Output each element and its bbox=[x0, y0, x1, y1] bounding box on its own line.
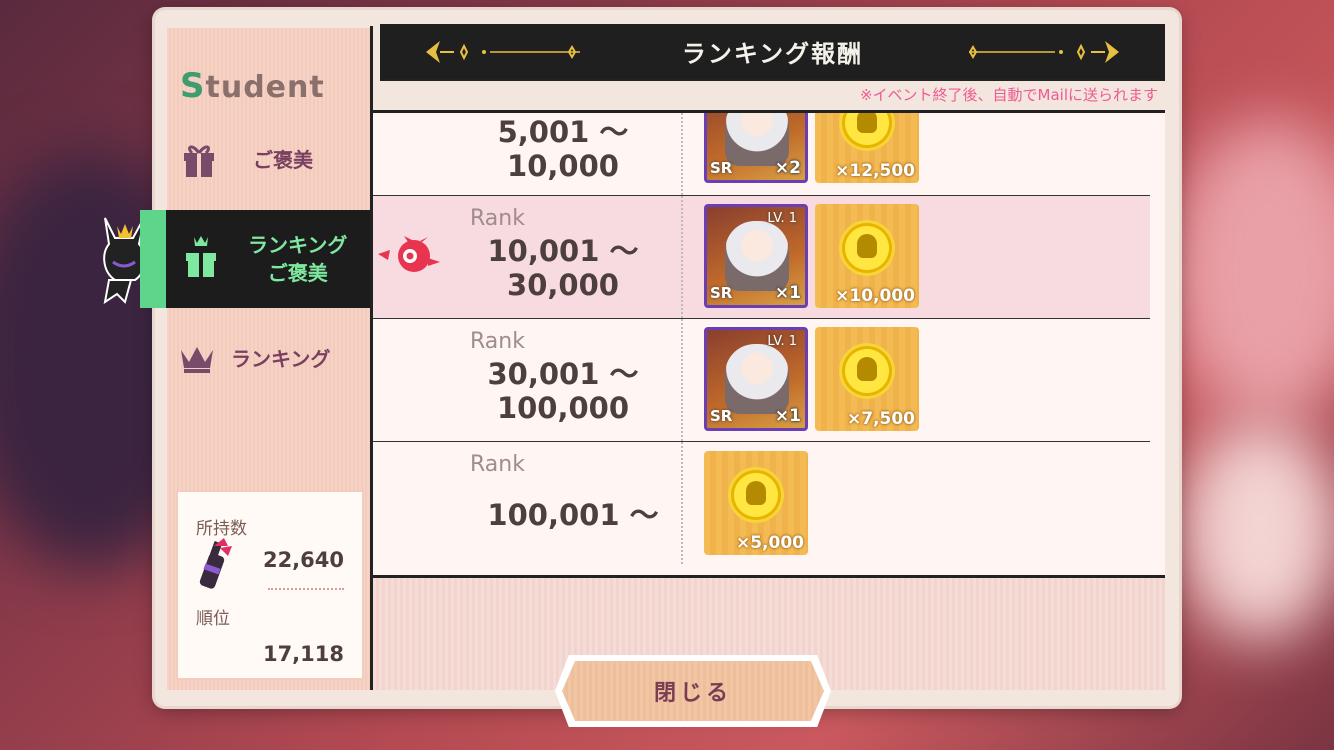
sidebar-item-ranking-reward[interactable]: ランキング ご褒美 bbox=[140, 210, 373, 308]
reward-quantity: ×7,500 bbox=[846, 409, 915, 429]
owned-value: 22,640 bbox=[262, 548, 344, 572]
rank-range: 5,001 ～ 10,000 bbox=[473, 115, 653, 183]
character-portrait bbox=[725, 344, 789, 414]
sr-card-reward[interactable]: LV. 1 SR ×1 bbox=[704, 327, 808, 431]
gift-crown-icon bbox=[184, 233, 228, 285]
stats-box: 所持数 22,640 順位 17,118 bbox=[176, 490, 364, 680]
rank-range: 10,001 ～ 30,000 bbox=[473, 234, 653, 302]
sidebar-item-reward[interactable]: ご褒美 bbox=[167, 135, 372, 185]
gift-icon bbox=[179, 141, 219, 179]
rank-range-start: 10,001 ～ bbox=[487, 234, 639, 268]
rank-range-start: 30,001 ～ bbox=[487, 357, 639, 391]
sidebar-item-label: ランキング bbox=[231, 347, 331, 371]
page-title: ランキング報酬 bbox=[681, 40, 864, 68]
rank-range: 30,001 ～ 100,000 bbox=[473, 357, 653, 425]
list-item: Rank 30,001 ～ 100,000 LV. 1 SR ×1 ×7,500 bbox=[373, 319, 1150, 441]
divider bbox=[681, 442, 683, 564]
close-button[interactable]: 閉じる bbox=[555, 655, 831, 727]
rank-label: 順位 bbox=[196, 609, 230, 629]
coin-reward[interactable]: ×10,000 bbox=[815, 204, 919, 308]
devil-pointer-icon bbox=[378, 236, 442, 276]
rank-range-end: 10,000 bbox=[507, 149, 619, 183]
reward-quantity: ×10,000 bbox=[835, 286, 915, 306]
rank-range: 100,001 ～ bbox=[473, 498, 673, 532]
divider bbox=[380, 79, 1165, 81]
skull-coin-icon bbox=[839, 113, 895, 151]
rank-label: Rank bbox=[470, 452, 525, 477]
student-logo: Student bbox=[180, 66, 325, 106]
rank-label: Rank bbox=[470, 329, 525, 354]
coin-reward[interactable]: ×5,000 bbox=[704, 451, 808, 555]
rank-range-start: 100,001 ～ bbox=[487, 498, 659, 532]
level-label: LV. 1 bbox=[767, 334, 797, 349]
sr-tag: SR bbox=[710, 407, 733, 425]
star-arrow-right-icon bbox=[961, 39, 1121, 69]
skull-coin-icon bbox=[728, 467, 784, 523]
skull-coin-icon bbox=[839, 220, 895, 276]
background-blur bbox=[1170, 120, 1334, 420]
sr-card-reward[interactable]: LV. 1 SR ×1 bbox=[704, 204, 808, 308]
background-blur bbox=[1180, 420, 1334, 640]
star-arrow-left-icon bbox=[424, 39, 584, 69]
rank-value: 17,118 bbox=[262, 642, 344, 666]
sr-card-reward[interactable]: SR ×2 bbox=[704, 113, 808, 183]
sidebar-item-label-line1: ランキング bbox=[248, 233, 348, 257]
reward-quantity: ×1 bbox=[774, 406, 801, 426]
divider bbox=[681, 319, 683, 441]
sidebar-item-label: ご褒美 bbox=[253, 148, 313, 172]
coin-reward[interactable]: ×12,500 bbox=[815, 113, 919, 183]
crown-icon bbox=[177, 344, 217, 374]
reward-quantity: ×5,000 bbox=[735, 533, 804, 553]
sidebar-item-label-line2: ご褒美 bbox=[267, 261, 328, 285]
skull-coin-icon bbox=[839, 343, 895, 399]
list-item: 5,001 ～ 10,000 SR ×2 ×12,500 bbox=[373, 113, 1150, 195]
close-button-label: 閉じる bbox=[562, 661, 824, 721]
sr-tag: SR bbox=[710, 284, 733, 302]
rank-range-start: 5,001 ～ bbox=[497, 115, 629, 149]
list-item: Rank 100,001 ～ ×5,000 bbox=[373, 442, 1150, 564]
divider bbox=[268, 588, 344, 590]
rank-range-end: 100,000 bbox=[496, 391, 630, 425]
sidebar-item-ranking[interactable]: ランキング bbox=[167, 334, 372, 384]
divider bbox=[681, 196, 683, 318]
reward-quantity: ×1 bbox=[774, 283, 801, 303]
rank-range-end: 30,000 bbox=[507, 268, 619, 302]
coin-reward[interactable]: ×7,500 bbox=[815, 327, 919, 431]
sidebar-item-label: ランキング ご褒美 bbox=[248, 231, 347, 287]
list-item: Rank 10,001 ～ 30,000 LV. 1 SR ×1 ×10,000 bbox=[373, 196, 1150, 318]
character-portrait bbox=[725, 221, 789, 291]
sr-tag: SR bbox=[710, 159, 733, 177]
rank-label: Rank bbox=[470, 206, 525, 231]
reward-quantity: ×2 bbox=[774, 158, 801, 178]
header: ランキング報酬 bbox=[380, 24, 1165, 79]
level-label: LV. 1 bbox=[767, 211, 797, 226]
reward-list[interactable]: 5,001 ～ 10,000 SR ×2 ×12,500 Rank 10,001… bbox=[373, 113, 1165, 575]
mail-note: ※イベント終了後、自動でMailに送られます bbox=[859, 86, 1158, 104]
event-bottle-icon bbox=[194, 536, 236, 596]
reward-quantity: ×12,500 bbox=[835, 161, 915, 181]
divider bbox=[681, 113, 683, 195]
